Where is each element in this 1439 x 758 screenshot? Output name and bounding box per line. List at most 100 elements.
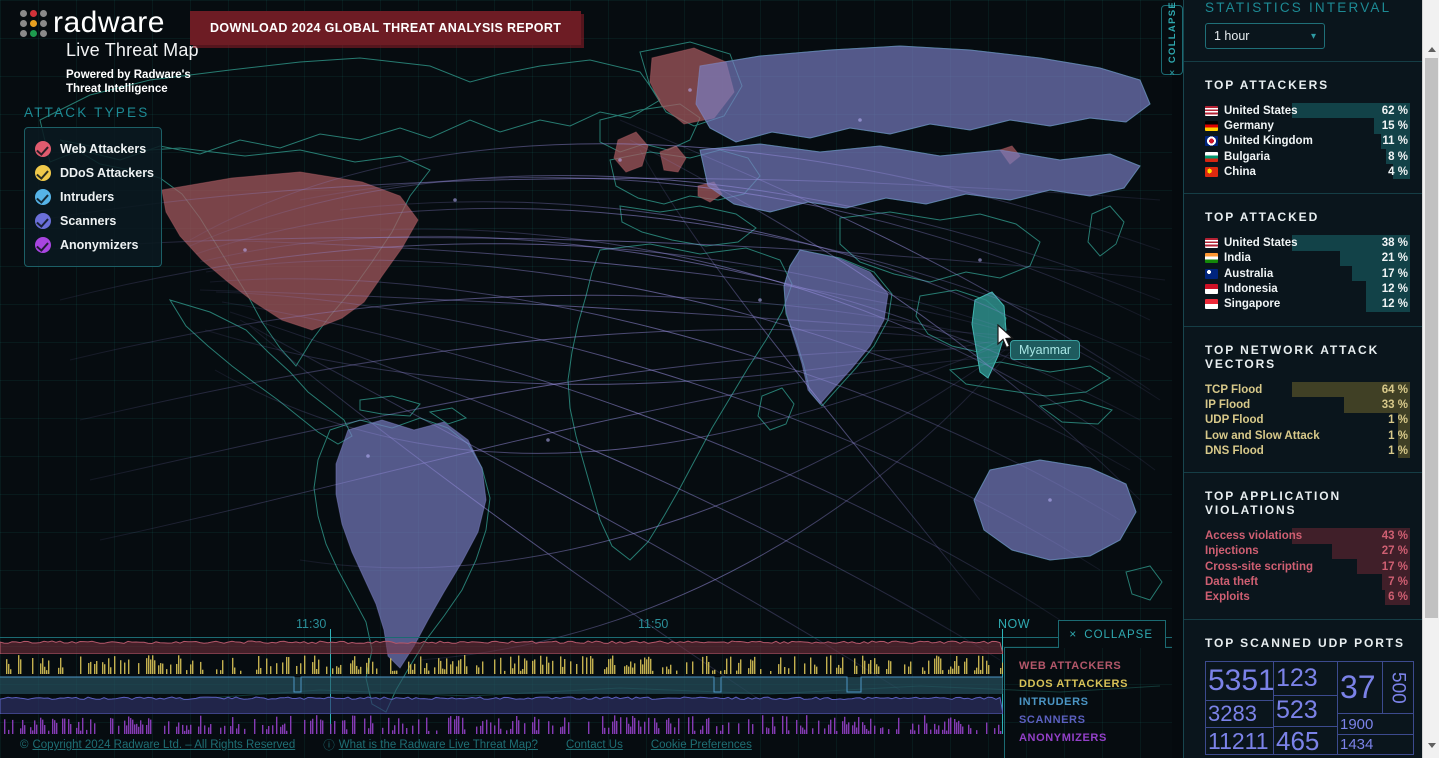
stat-label: United Kingdom <box>1224 135 1313 148</box>
attack-type-web-attackers[interactable]: Web Attackers <box>25 137 161 161</box>
stat-label: Exploits <box>1205 591 1250 604</box>
port-cell[interactable]: 3283 <box>1206 699 1273 728</box>
timeline-band <box>0 676 1003 694</box>
top-attackers-list: United States 62 % Germany 15 % United Kingd… <box>1205 103 1410 180</box>
attack-type-ddos-attackers[interactable]: DDoS Attackers <box>25 161 161 185</box>
checkbox-checked-icon[interactable] <box>35 189 51 205</box>
attack-type-label: Scanners <box>60 214 117 228</box>
port-cell[interactable]: 500 <box>1382 661 1413 713</box>
attack-type-label: Anonymizers <box>60 238 139 252</box>
statistics-sidebar[interactable]: STATISTICS INTERVAL 1 hour ▾ TOP ATTACKE… <box>1183 0 1422 758</box>
close-icon: × <box>1169 68 1175 80</box>
stat-label: India <box>1224 252 1251 265</box>
port-cell[interactable]: 37 <box>1338 662 1382 713</box>
brand-tagline: Powered by Radware's Threat Intelligence <box>66 68 220 97</box>
stat-label: DNS Flood <box>1205 444 1264 457</box>
timeline-legend[interactable]: WEB ATTACKERS DDOS ATTACKERS INTRUDERS SCAN… <box>1004 647 1172 758</box>
top-attacked-list: United States 38 % India 21 % Australia 17 % I… <box>1205 235 1410 312</box>
timeline-legend-anonymizers[interactable]: ANONYMIZERS <box>1019 732 1172 744</box>
stat-value: 17 % <box>1381 267 1408 280</box>
copyright-icon: © <box>20 739 29 751</box>
section-top-attacked: TOP ATTACKED United States 38 % India 21 % A… <box>1184 193 1422 325</box>
stat-row: Australia 17 % <box>1205 266 1410 282</box>
cookie-preferences-link[interactable]: Cookie Preferences <box>651 739 752 751</box>
download-report-button[interactable]: DOWNLOAD 2024 GLOBAL THREAT ANALYSIS REP… <box>190 11 582 45</box>
stat-label: Indonesia <box>1224 283 1278 296</box>
section-app-violations: TOP APPLICATION VIOLATIONS Access violat… <box>1184 472 1422 618</box>
sidebar-collapse-button[interactable]: COLLAPSE × <box>1161 1 1183 79</box>
statistics-interval-select[interactable]: 1 hour ▾ <box>1205 23 1325 49</box>
logo-dots-icon <box>20 9 47 37</box>
port-cell[interactable]: 1900 <box>1338 712 1413 734</box>
stat-label: Singapore <box>1224 298 1281 311</box>
stat-row: United Kingdom 11 % <box>1205 133 1410 149</box>
stat-value: 8 % <box>1388 150 1408 163</box>
port-cell[interactable]: 465 <box>1274 726 1337 754</box>
checkbox-checked-icon[interactable] <box>35 213 51 229</box>
timeline-band <box>0 696 1003 714</box>
flag-icon-us <box>1205 238 1218 249</box>
stat-label: United States <box>1224 104 1298 117</box>
brand-tagline-line1: Powered by Radware's <box>66 69 191 81</box>
timeline-legend-ddos-attackers[interactable]: DDOS ATTACKERS <box>1019 678 1172 690</box>
stat-value: 1 % <box>1388 414 1408 427</box>
stat-label: United States <box>1224 237 1298 250</box>
section-title: TOP APPLICATION VIOLATIONS <box>1205 489 1342 518</box>
port-cell[interactable]: 123 <box>1274 662 1337 695</box>
network-vectors-list: TCP Flood 64 % IP Flood 33 % UDP Flood 1 % Low… <box>1205 381 1410 459</box>
scroll-down-arrow-icon[interactable] <box>1423 737 1439 754</box>
scroll-up-arrow-icon[interactable] <box>1423 41 1439 58</box>
world-map[interactable]: radware Live Threat Map Powered by Radwa… <box>0 0 1172 758</box>
what-is-link[interactable]: What is the Radware Live Threat Map? <box>339 739 538 751</box>
scrollbar-thumb[interactable] <box>1425 58 1438 618</box>
checkbox-checked-icon[interactable] <box>35 141 51 157</box>
checkbox-checked-icon[interactable] <box>35 165 51 181</box>
attack-type-scanners[interactable]: Scanners <box>25 209 161 233</box>
attack-type-intruders[interactable]: Intruders <box>25 185 161 209</box>
stat-value: 33 % <box>1381 398 1408 411</box>
info-icon: ⓘ <box>323 740 335 752</box>
copyright-link[interactable]: Copyright 2024 Radware Ltd. – All Rights… <box>32 739 295 751</box>
stat-value: 12 % <box>1381 298 1408 311</box>
contact-us-link[interactable]: Contact Us <box>566 739 623 751</box>
section-udp-ports: TOP SCANNED UDP PORTS 5351 3283 11211 123 52… <box>1184 618 1422 758</box>
stat-label: Germany <box>1224 119 1274 132</box>
sidebar-scroll-content: STATISTICS INTERVAL 1 hour ▾ TOP ATTACKE… <box>1184 0 1422 758</box>
timeline-collapse-label: COLLAPSE <box>1084 629 1153 641</box>
port-cell[interactable]: 11211 <box>1206 727 1273 754</box>
stat-value: 21 % <box>1381 252 1408 265</box>
flag-icon-cn <box>1205 166 1218 177</box>
timeline-band <box>0 640 1003 654</box>
stat-row: Exploits 6 % <box>1205 589 1410 605</box>
flag-icon-au <box>1205 268 1218 279</box>
stat-label: Cross-site scripting <box>1205 560 1313 573</box>
stat-label: Low and Slow Attack <box>1205 429 1320 442</box>
brand-tagline-line2: Threat Intelligence <box>66 83 168 96</box>
checkbox-checked-icon[interactable] <box>35 237 51 253</box>
stat-label: Australia <box>1224 267 1274 280</box>
port-cell[interactable]: 1434 <box>1338 734 1413 754</box>
stat-value: 6 % <box>1388 591 1408 604</box>
section-top-attackers: TOP ATTACKERS United States 62 % Germany 15… <box>1184 61 1422 193</box>
timeline-legend-web-attackers[interactable]: WEB ATTACKERS <box>1019 660 1172 672</box>
footer: © Copyright 2024 Radware Ltd. – All Righ… <box>20 737 752 753</box>
port-cell[interactable]: 5351 <box>1206 662 1273 700</box>
attack-type-anonymizers[interactable]: Anonymizers <box>25 233 161 257</box>
timeline-tick-2: 11:50 <box>638 617 669 631</box>
section-title: TOP ATTACKED <box>1205 210 1320 225</box>
port-cell[interactable]: 523 <box>1274 694 1337 727</box>
stat-value: 11 % <box>1382 135 1408 148</box>
timeline-legend-scanners[interactable]: SCANNERS <box>1019 714 1172 726</box>
app-violations-list: Access violations 43 % Injections 27 % Cross… <box>1205 528 1410 605</box>
timeline-legend-intruders[interactable]: INTRUDERS <box>1019 696 1172 708</box>
flag-icon-de <box>1205 120 1218 131</box>
page-scrollbar[interactable] <box>1422 0 1439 758</box>
stat-label: Bulgaria <box>1224 150 1271 163</box>
close-icon: × <box>1069 627 1078 641</box>
timeline-collapse-button[interactable]: × COLLAPSE <box>1058 620 1166 648</box>
flag-icon-bg <box>1205 151 1218 162</box>
udp-ports-treemap[interactable]: 5351 3283 11211 123 523 465 37 500 1900 1434 <box>1205 660 1414 755</box>
timeline-band <box>4 715 1002 734</box>
attack-types-panel[interactable]: Web Attackers DDoS Attackers Intruders Scan… <box>24 127 162 267</box>
stat-row: China 4 % <box>1205 164 1410 180</box>
